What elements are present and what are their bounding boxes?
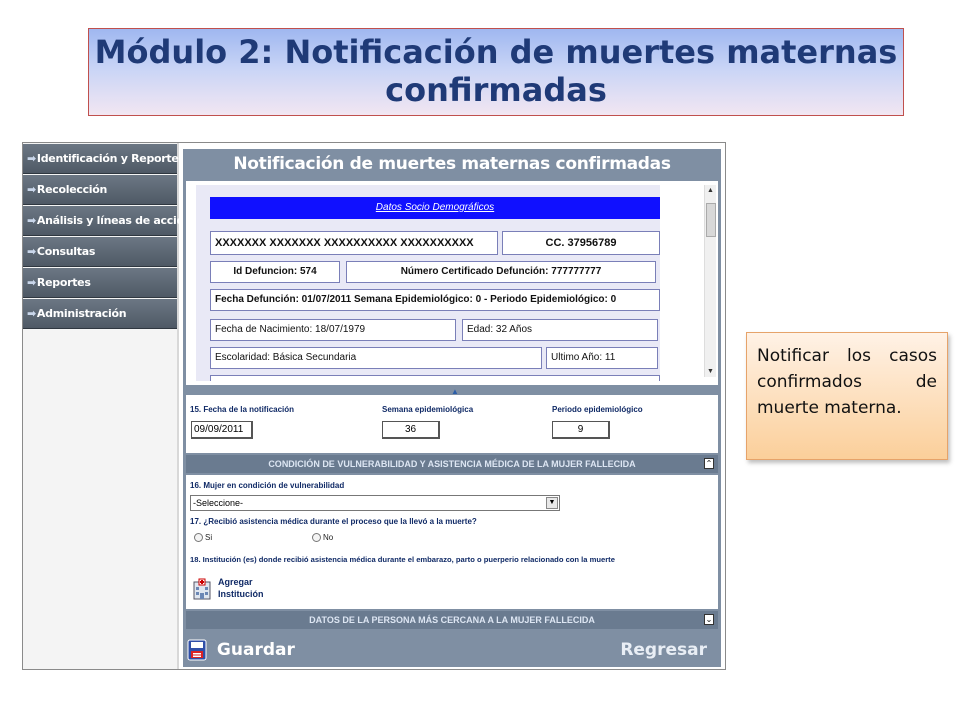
- persona-section-title: DATOS DE LA PERSONA MÁS CERCANA A LA MUJ…: [309, 615, 595, 625]
- sidebar-item-label: Identificación y Reporte: [36, 152, 179, 165]
- notification-section: 15. Fecha de la notificación 09/09/2011 …: [186, 395, 718, 453]
- scroll-up-icon[interactable]: ▲: [707, 187, 714, 194]
- hospital-icon: [193, 578, 211, 600]
- radio-circle-icon[interactable]: [312, 533, 321, 543]
- collapse-icon[interactable]: ⌃: [704, 458, 714, 469]
- sidebar-item-reportes[interactable]: ➡Reportes: [23, 268, 177, 298]
- sidebar-item-label: Reportes: [36, 276, 91, 289]
- fecha-notificacion-input[interactable]: 09/09/2011: [191, 421, 253, 439]
- semana-input[interactable]: 36: [382, 421, 440, 439]
- slide-title: Módulo 2: Notificación de muertes matern…: [88, 28, 904, 116]
- chevron-down-icon[interactable]: ▼: [546, 497, 558, 509]
- main-panel: Notificación de muertes maternas confirm…: [183, 149, 721, 667]
- expand-icon[interactable]: ⌄: [704, 614, 714, 625]
- vulnerabilidad-select-value: -Seleccione-: [193, 498, 244, 508]
- add-institution-label-1: Agregar: [218, 577, 253, 587]
- vertical-scrollbar[interactable]: ▲ ▼: [704, 185, 716, 377]
- app-window: ➡Identificación y Reporte ➡Recolección ➡…: [22, 142, 726, 670]
- callout-note: Notificar los casos confirmados de muert…: [746, 332, 948, 460]
- fecha-defuncion-field: Fecha Defunción: 01/07/2011 Semana Epide…: [210, 289, 660, 311]
- sidebar-item-label: Análisis y líneas de acción: [36, 214, 192, 227]
- vulnerabilidad-section-title: CONDICIÓN DE VULNERABILIDAD Y ASISTENCIA…: [268, 459, 636, 469]
- back-button[interactable]: Regresar: [620, 635, 707, 665]
- semana-label: Semana epidemiológica: [382, 405, 474, 414]
- persona-section-header[interactable]: DATOS DE LA PERSONA MÁS CERCANA A LA MUJ…: [186, 611, 718, 629]
- vulnerabilidad-section-header[interactable]: CONDICIÓN DE VULNERABILIDAD Y ASISTENCIA…: [186, 455, 718, 473]
- radio-si[interactable]: Si: [194, 533, 213, 543]
- sidebar-item-label: Recolección: [36, 183, 108, 196]
- document-field: CC. 37956789: [502, 231, 660, 255]
- fecha-notificacion-label: 15. Fecha de la notificación: [190, 405, 295, 414]
- q16-label: 16. Mujer en condición de vulnerabilidad: [190, 481, 345, 490]
- ultimo-anio-field: Ultimo Año: 11: [546, 347, 658, 369]
- radio-circle-icon[interactable]: [194, 533, 203, 543]
- save-disk-icon: [187, 639, 207, 661]
- q17-label: 17. ¿Recibió asistencia médica durante e…: [190, 517, 477, 526]
- sidebar-item-recoleccion[interactable]: ➡Recolección: [23, 175, 177, 205]
- save-button[interactable]: Guardar: [187, 635, 295, 665]
- escolaridad-field: Escolaridad: Básica Secundaria: [210, 347, 542, 369]
- save-button-label: Guardar: [216, 640, 295, 660]
- scroll-down-icon[interactable]: ▼: [707, 368, 714, 375]
- vulnerabilidad-section: 16. Mujer en condición de vulnerabilidad…: [186, 475, 718, 609]
- sidebar-item-label: Administración: [36, 307, 127, 320]
- vulnerabilidad-select[interactable]: -Seleccione- ▼: [190, 495, 560, 511]
- add-institution-label-2: Institución: [218, 589, 264, 599]
- slide-title-line1: Módulo 2: Notificación de muertes matern…: [94, 33, 898, 71]
- socio-section-title[interactable]: Datos Socio Demográficos: [210, 197, 660, 219]
- next-field-partial: [210, 375, 660, 381]
- page-title: Notificación de muertes maternas confirm…: [233, 154, 671, 174]
- periodo-label: Periodo epidemiológico: [552, 405, 643, 414]
- slide-title-line2: confirmadas: [385, 71, 607, 109]
- periodo-input[interactable]: 9: [552, 421, 610, 439]
- arrow-right-icon: ➡: [27, 276, 36, 289]
- name-field: XXXXXXX XXXXXXX XXXXXXXXXX XXXXXXXXXX: [210, 231, 498, 255]
- socio-scroll-area: Datos Socio Demográficos XXXXXXX XXXXXXX…: [196, 185, 660, 381]
- edad-field: Edad: 32 Años: [462, 319, 658, 341]
- sidebar: ➡Identificación y Reporte ➡Recolección ➡…: [23, 143, 192, 669]
- sidebar-item-consultas[interactable]: ➡Consultas: [23, 237, 177, 267]
- radio-no-label: No: [323, 533, 334, 542]
- socio-panel: Datos Socio Demográficos XXXXXXX XXXXXXX…: [186, 181, 718, 385]
- scroll-thumb[interactable]: [706, 203, 716, 237]
- radio-si-label: Si: [205, 533, 213, 542]
- arrow-right-icon: ➡: [27, 152, 36, 165]
- id-defuncion-field: Id Defuncion: 574: [210, 261, 340, 283]
- arrow-right-icon: ➡: [27, 245, 36, 258]
- arrow-right-icon: ➡: [27, 307, 36, 320]
- arrow-right-icon: ➡: [27, 183, 36, 196]
- q18-label: 18. Institución (es) donde recibió asist…: [190, 555, 615, 564]
- action-bar: Guardar Regresar: [183, 633, 721, 667]
- sidebar-item-identificacion[interactable]: ➡Identificación y Reporte: [23, 144, 179, 174]
- arrow-right-icon: ➡: [27, 214, 36, 227]
- radio-no[interactable]: No: [312, 533, 334, 543]
- fecha-nacimiento-field: Fecha de Nacimiento: 18/07/1979: [210, 319, 456, 341]
- sidebar-item-administracion[interactable]: ➡Administración: [23, 299, 177, 329]
- certificado-field: Número Certificado Defunción: 777777777: [346, 261, 656, 283]
- sidebar-item-label: Consultas: [36, 245, 96, 258]
- sidebar-item-analisis[interactable]: ➡Análisis y líneas de acción: [23, 206, 192, 236]
